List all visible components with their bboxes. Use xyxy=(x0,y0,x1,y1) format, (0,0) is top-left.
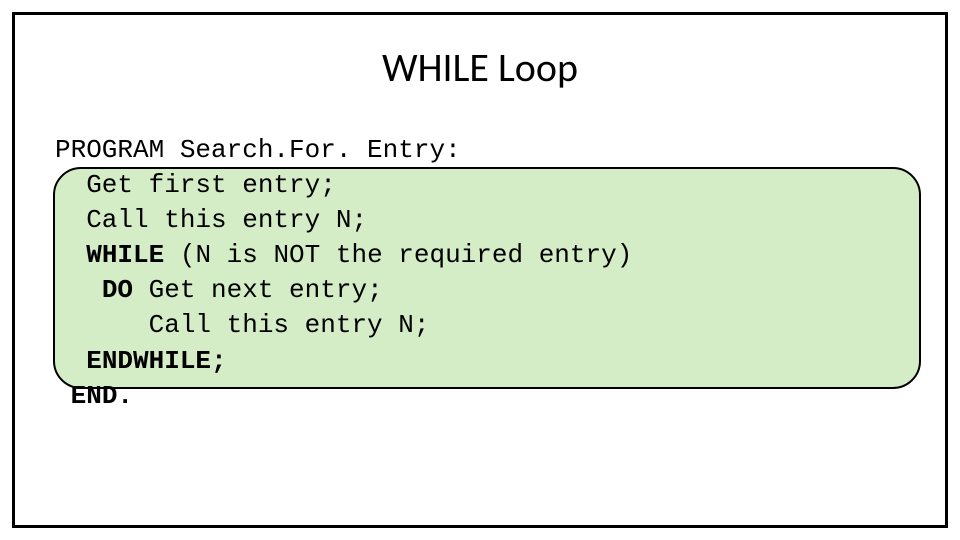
code-line-4: WHILE (N is NOT the required entry) xyxy=(55,238,911,273)
indent xyxy=(55,240,86,270)
indent xyxy=(55,275,102,305)
keyword-while: WHILE xyxy=(86,240,164,270)
code-line-2: Get first entry; xyxy=(55,168,911,203)
code-line-5: DO Get next entry; xyxy=(55,273,911,308)
slide-frame: WHILE Loop PROGRAM Search.For. Entry: Ge… xyxy=(12,12,948,528)
text: (N is NOT the required entry) xyxy=(164,240,632,270)
code-line-1: PROGRAM Search.For. Entry: xyxy=(55,133,911,168)
pseudocode-block: PROGRAM Search.For. Entry: Get first ent… xyxy=(55,133,911,414)
text: Search.For. Entry: xyxy=(164,135,460,165)
code-line-7: ENDWHILE; xyxy=(55,344,911,379)
keyword-endwhile: ENDWHILE; xyxy=(86,346,226,376)
code-line-6: Call this entry N; xyxy=(55,308,911,343)
code-line-3: Call this entry N; xyxy=(55,203,911,238)
keyword-do: DO xyxy=(102,275,133,305)
slide-title: WHILE Loop xyxy=(15,43,945,92)
indent xyxy=(55,346,86,376)
indent xyxy=(55,381,71,411)
keyword-end: END. xyxy=(71,381,133,411)
keyword-program: PROGRAM xyxy=(55,135,164,165)
text: Get next entry; xyxy=(133,275,383,305)
code-line-8: END. xyxy=(55,379,911,414)
